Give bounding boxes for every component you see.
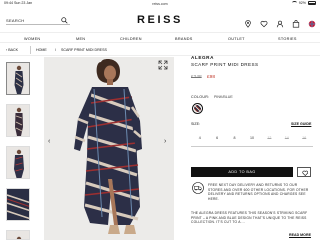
location-icon[interactable] [244,15,252,28]
status-bar: 09:44 Sun 23 Jan reiss.com 92% [0,0,320,8]
size-option-4[interactable]: 4 [191,131,208,145]
expand-icon[interactable] [158,60,168,70]
main-nav: WOMEN MEN CHILDREN BRANDS OUTLET STORIES [0,32,320,43]
product-thumbnail-1[interactable] [6,62,30,95]
product-thumbnail-3[interactable] [6,146,30,179]
size-option-6[interactable]: 6 [208,131,225,145]
colour-label: COLOUR: [191,95,210,99]
next-image-arrow[interactable]: › [164,138,166,145]
wishlist-button[interactable] [297,167,311,177]
nav-item-outlet[interactable]: OUTLET [228,37,245,41]
status-indicators: 92% [291,1,316,5]
size-option-8[interactable]: 8 [226,131,243,145]
battery-icon [308,1,316,5]
breadcrumb: ‹ BACK HOME / SCARF PRINT MIDI DRESS [0,44,320,56]
nav-item-women[interactable]: WOMEN [24,37,40,41]
user-icon[interactable] [276,15,284,28]
heart-icon [301,170,308,176]
back-link[interactable]: ‹ BACK [6,48,18,52]
product-description: THE ALEGRA DRESS FEATURES THIS SEASON'S … [191,211,308,225]
nav-item-men[interactable]: MEN [76,37,85,41]
size-option-16[interactable]: 16 [296,131,313,145]
read-more-link[interactable]: READ MORE [289,233,311,237]
wifi-icon [291,1,297,5]
nav-item-stories[interactable]: STORIES [278,37,297,41]
product-main-image[interactable] [44,57,174,240]
size-option-10[interactable]: 10 [243,131,260,145]
colour-value: PINK/BLUE [214,95,233,99]
size-guide-link[interactable]: SIZE GUIDE [291,122,311,126]
size-selector: 4 6 8 10 12 14 16 [191,131,313,145]
prev-image-arrow[interactable]: ‹ [48,138,50,145]
nav-item-brands[interactable]: BRANDS [175,37,193,41]
colour-swatch[interactable] [192,103,203,114]
product-name: SCARF PRINT MIDI DRESS [191,62,259,67]
size-label: SIZE: [191,122,200,126]
battery-percent: 92% [298,1,306,5]
size-option-14[interactable]: 14 [278,131,295,145]
bag-icon[interactable] [292,15,300,28]
delivery-truck-icon [192,182,204,194]
breadcrumb-current: SCARF PRINT MIDI DRESS [61,48,107,52]
price-original: £248 [191,75,202,80]
product-thumbnail-2[interactable] [6,104,30,137]
size-divider [191,146,313,147]
breadcrumb-divider [30,46,31,54]
header-icons [244,15,316,28]
globe-icon[interactable] [308,15,316,28]
delivery-info: FREE NEXT DAY DELIVERY AND RETURNS TO OU… [208,183,309,201]
size-option-12[interactable]: 12 [261,131,278,145]
site-header: SEARCH REISS [0,10,320,30]
breadcrumb-separator: / [55,48,56,52]
url-display[interactable]: reiss.com [0,2,320,6]
product-thumbnail-5[interactable] [6,230,30,240]
price-sale: £98 [207,75,216,80]
add-to-bag-button[interactable]: ADD TO BAG [191,167,293,177]
product-brand: ALEGRA [191,55,214,60]
nav-item-children[interactable]: CHILDREN [120,37,142,41]
heart-icon[interactable] [260,15,268,28]
product-thumbnail-4[interactable] [6,188,30,221]
breadcrumb-home[interactable]: HOME [36,48,47,52]
